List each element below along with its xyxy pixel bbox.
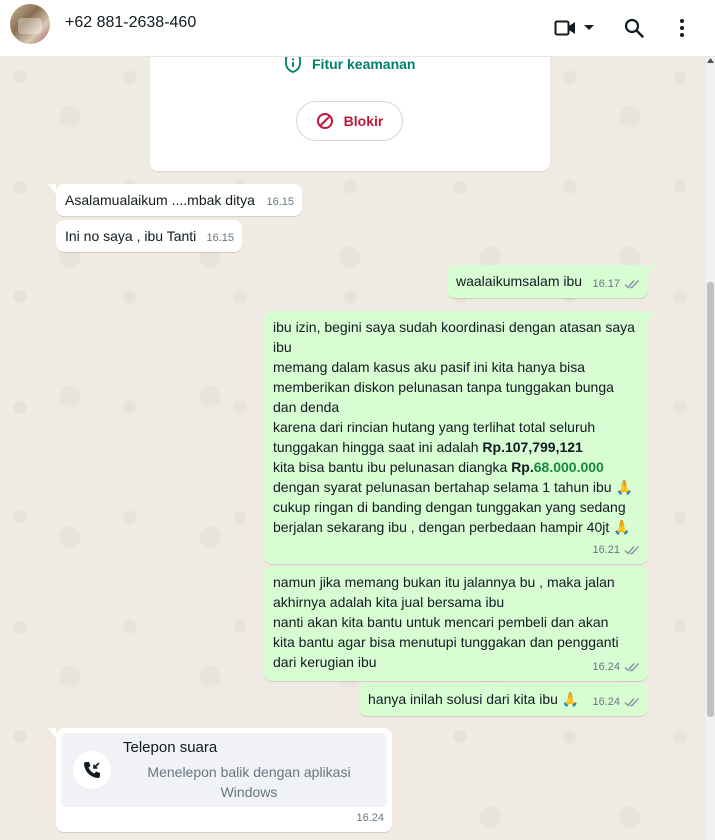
message-line: berjalan sekarang ibu , dengan perbedaan…: [273, 519, 631, 535]
message-incoming[interactable]: Asalamualaikum ....mbak ditya 16.15: [48, 184, 302, 216]
message-line: dengan syarat pelunasan bertahap selama …: [273, 479, 633, 495]
message-meta: 16.15: [266, 192, 294, 212]
message-outgoing[interactable]: ibu izin, begini saya sudah koordinasi d…: [264, 311, 656, 564]
message-text: Asalamualaikum ....mbak ditya: [65, 192, 255, 208]
call-title: Telepon suara: [123, 739, 218, 756]
shield-icon: [284, 53, 302, 73]
message-time: 16.24: [592, 661, 620, 673]
message-line: memang dalam kasus aku pasif ini kita ha…: [273, 359, 586, 375]
block-button-label: Blokir: [343, 113, 384, 129]
message-time: 16.15: [266, 196, 294, 208]
contact-title[interactable]: +62 881-2638-460: [65, 14, 196, 32]
message-line: namun jika memang bukan itu jalannya bu …: [273, 574, 615, 590]
discount-amount: 68.000.000: [533, 459, 604, 475]
block-icon: [316, 112, 334, 130]
more-vertical-icon[interactable]: [668, 14, 696, 42]
chevron-down-icon[interactable]: [581, 14, 597, 42]
bubble-tail: [48, 184, 56, 194]
message-line: kita bantu agar bisa menutupi tunggakan …: [273, 634, 619, 650]
chat-header: +62 881-2638-460: [0, 0, 715, 57]
scrollbar-thumb[interactable]: [707, 282, 714, 717]
message-time: 16.21: [592, 544, 620, 556]
message-line: cukup ringan di banding dengan tunggakan…: [273, 499, 626, 515]
read-ticks-icon: [624, 662, 640, 672]
message-text: tunggakan hingga saat ini adalah: [273, 439, 483, 455]
message-line: kita bisa bantu ibu pelunasan diangka Rp…: [273, 457, 640, 477]
message-meta: 16.21: [592, 540, 640, 560]
message-time: 16.17: [592, 278, 620, 290]
message-outgoing[interactable]: waalaikumsalam ibu 16.17: [447, 265, 656, 298]
message-line: tunggakan hingga saat ini adalah Rp.107,…: [273, 437, 640, 457]
message-line: akhirnya adalah kita jual bersama ibu: [273, 594, 505, 610]
bubble-tail: [48, 728, 56, 738]
avatar[interactable]: [10, 4, 50, 44]
message-meta: 16.15: [206, 228, 234, 248]
message-time: 16.24: [592, 696, 620, 708]
read-ticks-icon: [624, 545, 640, 555]
message-line: memberikan diskon pelunasan tanpa tungga…: [273, 379, 614, 395]
bubble-tail: [648, 311, 656, 321]
message-outgoing[interactable]: hanya inilah solusi dari kita ibu 🙏 16.2…: [359, 683, 648, 716]
scroll-up-arrow-icon[interactable]: [706, 58, 715, 68]
message-meta: 16.24: [592, 692, 640, 712]
missed-call-icon: [73, 751, 111, 789]
search-icon[interactable]: [620, 14, 648, 42]
message-meta: 16.24: [356, 808, 384, 828]
message-outgoing[interactable]: namun jika memang bukan itu jalannya bu …: [264, 566, 648, 681]
message-line: karena dari rincian hutang yang terlihat…: [273, 419, 596, 435]
message-time: 16.24: [356, 812, 384, 824]
message-line: ibu izin, begini saya sudah koordinasi d…: [273, 319, 635, 335]
security-link-label: Fitur keamanan: [312, 56, 416, 72]
call-card[interactable]: Telepon suara Menelepon balik dengan apl…: [61, 733, 387, 807]
message-meta: 16.17: [592, 274, 640, 294]
security-card: Fitur keamanan Blokir: [150, 53, 550, 171]
amount-prefix: Rp.: [511, 459, 534, 475]
read-ticks-icon: [624, 279, 640, 289]
bubble-tail: [648, 265, 656, 275]
voice-call-message[interactable]: Telepon suara Menelepon balik dengan apl…: [48, 728, 392, 832]
video-call-icon[interactable]: [551, 14, 579, 42]
read-ticks-icon: [624, 697, 640, 707]
message-time: 16.15: [206, 232, 234, 244]
message-line: nanti akan kita bantu untuk mencari pemb…: [273, 614, 609, 630]
call-subtitle: Menelepon balik dengan aplikasi Windows: [147, 764, 351, 800]
message-line: ibu: [273, 339, 292, 355]
message-incoming[interactable]: Ini no saya , ibu Tanti 16.15: [56, 220, 242, 252]
message-line: dan denda: [273, 399, 340, 415]
total-amount: Rp.107,799,121: [482, 439, 583, 455]
message-meta: 16.24: [592, 657, 640, 677]
message-line: dari kerugian ibu: [273, 654, 377, 670]
block-button[interactable]: Blokir: [296, 101, 403, 141]
message-text: kita bisa bantu ibu pelunasan diangka: [273, 459, 512, 475]
security-features-link[interactable]: Fitur keamanan: [284, 53, 416, 73]
